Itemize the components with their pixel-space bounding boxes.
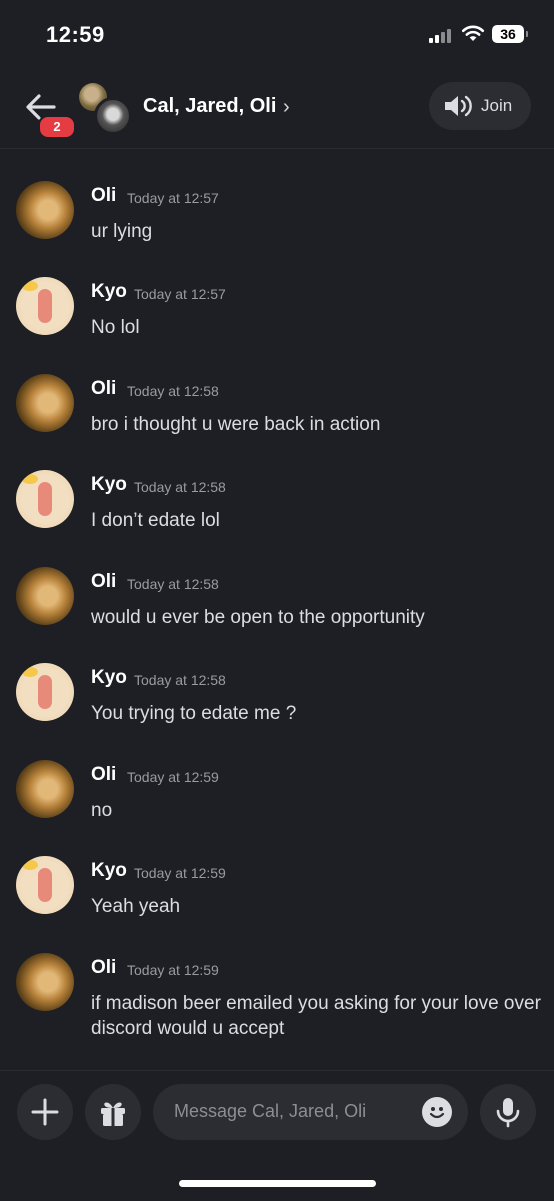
microphone-icon: [496, 1098, 520, 1128]
message-timestamp: Today at 12:58: [127, 576, 219, 592]
join-label: Join: [481, 96, 513, 115]
message-author[interactable]: Kyo: [91, 474, 127, 496]
chevron-right-icon[interactable]: ›: [283, 96, 290, 119]
message-timestamp: Today at 12:59: [127, 769, 219, 785]
emoji-icon[interactable]: [422, 1097, 452, 1127]
status-bar: 12:59 36: [0, 0, 554, 70]
message-author[interactable]: Kyo: [91, 281, 127, 303]
channel-header: 2 Cal, Jared, Oli › Join: [0, 70, 554, 149]
message-text: would u ever be open to the opportunity: [91, 607, 425, 628]
home-indicator[interactable]: [179, 1180, 376, 1187]
group-avatar-secondary: [94, 97, 132, 135]
plus-icon: [31, 1098, 59, 1126]
add-attachment-button[interactable]: [17, 1084, 73, 1140]
avatar[interactable]: [16, 374, 74, 432]
message-author[interactable]: Kyo: [91, 860, 127, 882]
message-text: if madison beer emailed you asking for y…: [91, 993, 541, 1039]
message-timestamp: Today at 12:57: [127, 190, 219, 206]
gift-icon: [101, 1102, 125, 1126]
message-timestamp: Today at 12:59: [127, 962, 219, 978]
message-text: I don’t edate lol: [91, 510, 220, 531]
wifi-icon: [461, 25, 485, 41]
message-input-placeholder: Message Cal, Jared, Oli: [174, 1101, 367, 1121]
message-author[interactable]: Oli: [91, 571, 116, 593]
message-text: no: [91, 800, 113, 821]
avatar[interactable]: [16, 277, 74, 335]
message-list[interactable]: Oli Today at 12:57 ur lying Kyo Today at…: [0, 150, 554, 1070]
message-input[interactable]: Message Cal, Jared, Oli: [153, 1084, 468, 1140]
gift-button[interactable]: [85, 1084, 141, 1140]
avatar[interactable]: [16, 663, 74, 721]
unread-badge: 2: [38, 115, 76, 139]
battery-indicator: 36: [492, 25, 528, 43]
channel-title[interactable]: Cal, Jared, Oli: [143, 95, 276, 118]
voice-message-button[interactable]: [480, 1084, 536, 1140]
avatar[interactable]: [16, 953, 74, 1011]
avatar[interactable]: [16, 856, 74, 914]
message-timestamp: Today at 12:58: [134, 479, 226, 495]
message-text: bro i thought u were back in action: [91, 414, 381, 435]
avatar[interactable]: [16, 760, 74, 818]
message-text: ur lying: [91, 221, 153, 242]
message-timestamp: Today at 12:58: [134, 672, 226, 688]
message-author[interactable]: Oli: [91, 764, 116, 786]
speaker-icon: [445, 95, 472, 117]
message-author[interactable]: Oli: [91, 378, 116, 400]
avatar[interactable]: [16, 567, 74, 625]
message-author[interactable]: Kyo: [91, 667, 127, 689]
message-author[interactable]: Oli: [91, 185, 116, 207]
message-text: No lol: [91, 317, 140, 338]
message-text: Yeah yeah: [91, 896, 181, 917]
avatar[interactable]: [16, 470, 74, 528]
message-timestamp: Today at 12:59: [134, 865, 226, 881]
avatar[interactable]: [16, 181, 74, 239]
status-time: 12:59: [46, 22, 105, 47]
message-timestamp: Today at 12:57: [134, 286, 226, 302]
join-call-button[interactable]: Join: [429, 82, 531, 130]
cellular-signal-icon: [429, 27, 455, 43]
message-author[interactable]: Oli: [91, 957, 116, 979]
message-composer: Message Cal, Jared, Oli: [0, 1070, 554, 1201]
message-text: You trying to edate me ?: [91, 703, 297, 724]
message-timestamp: Today at 12:58: [127, 383, 219, 399]
